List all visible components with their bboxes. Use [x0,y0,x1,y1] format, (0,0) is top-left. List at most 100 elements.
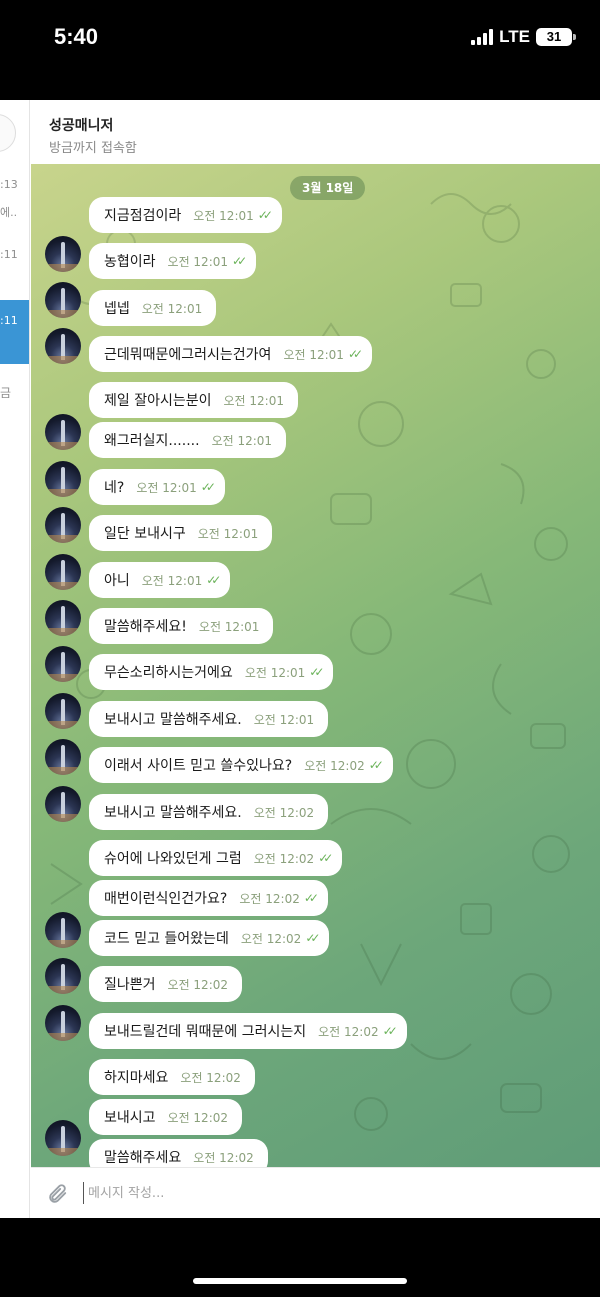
date-separator: 3월 18일 [290,176,366,200]
home-indicator[interactable] [193,1278,407,1284]
message-time: 오전 12:02 [239,891,300,906]
read-receipt-icon: ✓✓ [368,758,384,772]
status-bar: 5:40 LTE 31 [0,0,600,78]
message-bubble[interactable]: 보내시고 말씀해주세요. 오전 12:01 [89,701,329,737]
paperclip-icon[interactable] [46,1183,68,1205]
message-text: 네? [104,480,125,496]
message-bubble[interactable]: 이래서 사이트 믿고 쓸수있나요? 오전 12:02 ✓✓ [89,747,393,783]
message-text: 왜그러실지....... [104,433,200,449]
message-area[interactable]: 3월 18일 지금점검이라 오전 12:01 ✓✓ 농협이라 오전 12:01 ✓✓ 넵넵 오… [31,164,600,1167]
message-composer [31,1167,600,1218]
status-icons: LTE 31 [471,27,576,47]
message-text: 보내드릴건데 뭐때문에 그러시는지 [104,1024,307,1040]
message-text: 코드 믿고 들어왔는데 [104,931,229,947]
message-bubble[interactable]: 네? 오전 12:01 ✓✓ [89,469,225,505]
avatar[interactable] [45,282,81,318]
avatar[interactable] [45,958,81,994]
message-bubble[interactable]: 슈어에 나와있던게 그럼 오전 12:02 ✓✓ [89,840,343,876]
chat-title: 성공매니저 [49,118,114,134]
message-bubble[interactable]: 근데뭐때문에그러시는건가여 오전 12:01 ✓✓ [89,336,373,372]
message-time: 오전 12:02 [253,851,315,866]
avatar[interactable] [45,554,81,590]
read-receipt-icon: ✓✓ [232,254,247,268]
message-time: 오전 12:02 [167,1110,229,1125]
message-text: 근데뭐때문에그러시는건가여 [104,347,272,363]
message-time: 오전 12:02 [253,805,315,820]
message-text: 보내시고 말씀해주세요. [104,712,242,728]
chat-status: 방금까지 접속함 [49,141,137,156]
chat-header[interactable]: 성공매니저 방금까지 접속함 [31,100,600,164]
message-time: 오전 12:01 [197,526,259,541]
home-area [0,1218,600,1297]
read-receipt-icon: ✓✓ [206,573,221,587]
chat-list-panel: :13 에.. :11 :11 금 [0,100,30,1218]
chat-list-time: :13 [0,178,18,191]
avatar[interactable] [45,1005,81,1041]
chat-list-search-avatar[interactable] [0,114,16,152]
message-text: 하지마세요 [104,1070,169,1086]
message-time: 오전 12:02 [318,1024,379,1039]
avatar[interactable] [45,786,81,822]
message-bubble[interactable]: 보내시고 말씀해주세요. 오전 12:02 [89,794,329,830]
message-input[interactable] [83,1182,563,1204]
message-text: 질나쁜거 [104,977,156,993]
message-time: 오전 12:01 [193,208,254,223]
message-bubble[interactable]: 넵넵 오전 12:01 [89,290,217,326]
avatar[interactable] [45,646,81,682]
avatar[interactable] [45,236,81,272]
avatar[interactable] [45,461,81,497]
avatar[interactable] [45,1120,81,1156]
message-time: 오전 12:01 [211,433,273,448]
message-bubble[interactable]: 보내시고 오전 12:02 [89,1099,243,1135]
message-text: 일단 보내시구 [104,526,186,542]
message-bubble[interactable]: 말씀해주세요 오전 12:02 [89,1139,268,1167]
message-bubble[interactable]: 보내드릴건데 뭐때문에 그러시는지 오전 12:02 ✓✓ [89,1013,407,1049]
message-time: 오전 12:01 [141,301,203,316]
message-bubble[interactable]: 코드 믿고 들어왔는데 오전 12:02 ✓✓ [89,920,330,956]
status-time: 5:40 [54,24,99,49]
avatar[interactable] [45,739,81,775]
message-bubble[interactable]: 무슨소리하시는거에요 오전 12:01 ✓✓ [89,654,334,690]
chat-list-item-selected[interactable]: :11 [0,300,29,364]
message-time: 오전 12:02 [193,1150,254,1165]
avatar[interactable] [45,328,81,364]
chat-list-time: :11 [0,314,18,327]
read-receipt-icon: ✓✓ [318,851,333,865]
message-text: 말씀해주세요! [104,619,187,635]
message-bubble[interactable]: 왜그러실지....... 오전 12:01 [89,422,287,458]
avatar[interactable] [45,507,81,543]
message-text: 슈어에 나와있던게 그럼 [104,851,242,867]
message-text: 지금점검이라 [104,208,182,224]
message-time: 오전 12:01 [141,573,203,588]
message-bubble[interactable]: 제일 잘아시는분이 오전 12:01 [89,382,298,418]
signal-icon [471,29,494,45]
message-bubble[interactable]: 질나쁜거 오전 12:02 [89,966,243,1002]
avatar[interactable] [45,693,81,729]
message-bubble[interactable]: 농협이라 오전 12:01 ✓✓ [89,243,257,279]
message-bubble[interactable]: 매번이런식인건가요? 오전 12:02 ✓✓ [89,880,328,916]
avatar[interactable] [45,414,81,450]
message-bubble[interactable]: 아니 오전 12:01 ✓✓ [89,562,231,598]
avatar[interactable] [45,912,81,948]
chat-list-time: :11 [0,248,18,261]
read-receipt-icon: ✓✓ [382,1024,398,1038]
read-receipt-icon: ✓✓ [347,347,363,361]
read-receipt-icon: ✓✓ [305,931,320,945]
avatar[interactable] [45,600,81,636]
read-receipt-icon: ✓✓ [200,480,216,494]
message-time: 오전 12:01 [253,712,315,727]
message-time: 오전 12:02 [240,931,302,946]
message-text: 보내시고 [104,1110,156,1126]
message-bubble[interactable]: 일단 보내시구 오전 12:01 [89,515,273,551]
message-time: 오전 12:02 [167,977,229,992]
message-text: 농협이라 [104,254,156,270]
chat-list-preview: 에.. [0,206,18,219]
message-text: 매번이런식인건가요? [104,891,228,907]
message-text: 이래서 사이트 믿고 쓸수있나요? [104,758,293,774]
message-time: 오전 12:02 [304,758,365,773]
message-time: 오전 12:02 [180,1070,241,1085]
message-bubble[interactable]: 하지마세요 오전 12:02 [89,1059,255,1095]
message-time: 오전 12:01 [198,619,260,634]
message-bubble[interactable]: 말씀해주세요! 오전 12:01 [89,608,274,644]
message-bubble[interactable]: 지금점검이라 오전 12:01 ✓✓ [89,197,282,233]
